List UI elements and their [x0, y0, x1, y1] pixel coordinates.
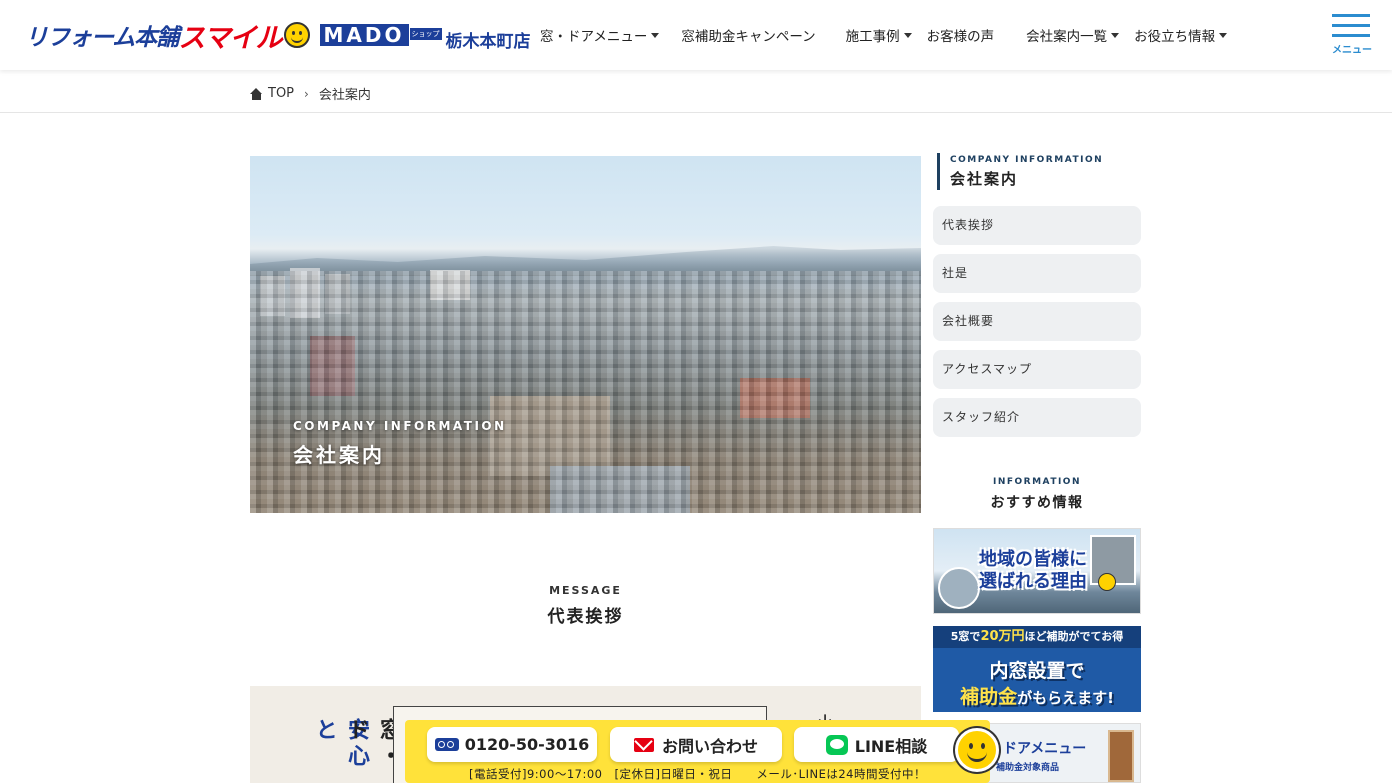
banner-subsidy-top: 5窓で20万円ほど補助がでてお得	[933, 626, 1141, 648]
logo-branch-text: 栃木本町店	[445, 31, 531, 52]
banner-subsidy-bottom: 補助金がもらえます!	[933, 682, 1141, 709]
hero-title: 会社案内	[293, 443, 385, 467]
nav-item-company-list[interactable]: 会社案内一覧	[1026, 24, 1120, 46]
hero-mountains	[250, 246, 921, 276]
banner-reasons-line2: 選ばれる理由	[979, 571, 1087, 592]
smiley-icon	[1098, 573, 1116, 591]
nav-item-useful-info[interactable]: お役立ち情報	[1134, 24, 1228, 46]
hamburger-bar	[1332, 34, 1370, 37]
hamburger-icon	[1332, 14, 1370, 17]
info-subtitle: INFORMATION	[992, 477, 1081, 487]
logo-reform-text: リフォーム本舗	[25, 25, 179, 51]
banner-reasons-text: 地域の皆様に 選ばれる理由	[979, 549, 1087, 593]
banner-subsidy-bottom-main: 補助金	[960, 686, 1018, 708]
breadcrumb-current: 会社案内	[318, 88, 371, 103]
chevron-right-icon: ›	[304, 86, 309, 101]
sidebar-item-message[interactable]: 代表挨拶	[933, 206, 1141, 245]
banner-subsidy-top-post: ほど補助がでてお得	[1024, 630, 1124, 643]
logo-smile-text: スマイル	[178, 22, 282, 54]
nav-label: 会社案内一覧	[1026, 29, 1108, 45]
mail-icon	[633, 737, 654, 752]
hero-subtitle: COMPANY INFORMATION	[293, 419, 507, 433]
message-subtitle: MESSAGE	[549, 584, 622, 597]
sidebar-heading: COMPANY INFORMATION 会社案内	[937, 153, 1103, 190]
sidebar-title: 会社案内	[950, 170, 1019, 188]
hamburger-menu-button[interactable]: メニュー	[1332, 14, 1372, 56]
smiley-icon	[283, 22, 310, 48]
nav-label: お役立ち情報	[1134, 29, 1216, 45]
nav-item-voices[interactable]: お客様の声	[927, 24, 995, 46]
hero-city-texture	[250, 271, 921, 513]
nav-label: 窓・ドアメニュー	[540, 29, 648, 45]
contact-hours-note: [電話受付]9:00〜17:00 [定休日]日曜日・祝日 メール･LINEは24…	[469, 767, 926, 781]
hamburger-bar	[1332, 24, 1370, 27]
breadcrumb: TOP › 会社案内	[250, 84, 371, 103]
nav-item-window-door-menu[interactable]: 窓・ドアメニュー	[540, 24, 660, 46]
sidebar-item-staff[interactable]: スタッフ紹介	[933, 398, 1141, 437]
home-icon	[250, 87, 263, 100]
sidebar-menu: 代表挨拶 社是 会社概要 アクセスマップ スタッフ紹介	[933, 206, 1141, 446]
logo-mado: MADO ショップ	[319, 24, 442, 46]
site-header: リフォーム本舗 スマイル MADO ショップ 栃木本町店 窓・ドアメニュー 窓補…	[0, 0, 1392, 70]
nav-item-works[interactable]: 施工事例	[846, 24, 912, 46]
freedial-icon	[434, 738, 459, 751]
site-logo[interactable]: リフォーム本舗 スマイル MADO ショップ 栃木本町店	[25, 16, 531, 54]
banner-door-menu-text: ・ドアメニュー	[989, 741, 1087, 757]
caret-down-icon	[1111, 32, 1120, 38]
sidebar-item-overview[interactable]: 会社概要	[933, 302, 1141, 341]
menu-label: メニュー	[1332, 45, 1372, 56]
smiley-icon	[955, 728, 999, 772]
line-consult-label: LINE相談	[854, 736, 928, 756]
banner-door-menu-sub: 補助金対象商品	[996, 763, 1060, 773]
caret-down-icon	[651, 32, 660, 38]
global-nav: 窓・ドアメニュー 窓補助金キャンペーン 施工事例 お客様の声 会社案内一覧 お役…	[540, 24, 1249, 46]
logo-shop-text: ショップ	[409, 28, 442, 40]
banner-person-avatar	[938, 567, 980, 609]
contact-form-label: お問い合わせ	[661, 736, 758, 756]
caret-down-icon	[903, 32, 912, 38]
sidebar-subtitle: COMPANY INFORMATION	[950, 155, 1104, 165]
banner-subsidy[interactable]: 5窓で20万円ほど補助がでてお得 内窓設置で 補助金がもらえます!	[933, 626, 1141, 712]
sidebar-item-motto[interactable]: 社是	[933, 254, 1141, 293]
banner-subsidy-top-pre: 5窓で	[950, 630, 981, 643]
breadcrumb-bar: TOP › 会社案内	[0, 70, 1392, 113]
nav-label: 窓補助金キャンペーン	[681, 29, 816, 45]
logo-mado-text: MADO	[319, 24, 409, 46]
nav-item-subsidy-campaign[interactable]: 窓補助金キャンペーン	[681, 24, 815, 46]
banner-reasons-line1: 地域の皆様に	[979, 549, 1087, 570]
hero-image: COMPANY INFORMATION 会社案内	[250, 156, 921, 513]
banner-subsidy-mid: 内窓設置で	[989, 660, 1085, 682]
banner-reasons[interactable]: 地域の皆様に 選ばれる理由	[933, 528, 1141, 614]
phone-button[interactable]: 0120-50-3016	[427, 727, 597, 762]
caret-down-icon	[1219, 32, 1228, 38]
nav-label: お客様の声	[926, 29, 995, 45]
banner-subsidy-bottom-post: がもらえます!	[1017, 689, 1114, 707]
line-icon	[825, 734, 848, 755]
message-title: 代表挨拶	[547, 607, 624, 627]
breadcrumb-home-link[interactable]: TOP	[268, 86, 294, 101]
line-consult-button[interactable]: LINE相談	[794, 727, 959, 762]
banner-subsidy-amount: 20万円	[980, 629, 1025, 644]
contact-bar: 0120-50-3016 お問い合わせ LINE相談 [電話受付]9:00〜17…	[405, 720, 990, 783]
info-title: おすすめ情報	[990, 495, 1084, 511]
sidebar-item-access-map[interactable]: アクセスマップ	[933, 350, 1141, 389]
phone-number: 0120-50-3016	[464, 735, 590, 754]
nav-label: 施工事例	[845, 29, 900, 45]
contact-form-button[interactable]: お問い合わせ	[610, 727, 782, 762]
door-icon	[1108, 730, 1134, 782]
